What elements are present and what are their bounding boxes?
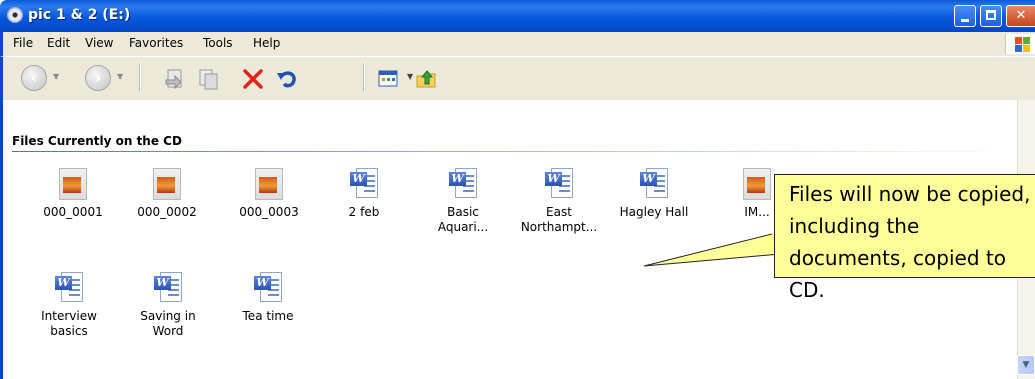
word-document-icon: W <box>640 168 668 200</box>
file-label: 2 feb <box>348 205 380 219</box>
file-item[interactable]: W Tea time <box>228 272 308 324</box>
back-button[interactable]: ‹ <box>21 65 47 91</box>
views-icon[interactable] <box>377 67 401 91</box>
file-item[interactable]: 000_0002 <box>127 168 207 220</box>
callout-pointer <box>643 231 780 267</box>
file-label: 000_0002 <box>137 205 197 219</box>
menu-bar: File Edit View Favorites Tools Help <box>0 32 1035 56</box>
file-item[interactable]: W Interview basics <box>29 272 109 339</box>
file-label: Basic Aquari... <box>437 205 489 234</box>
close-button[interactable]: ✕ <box>1006 5 1035 27</box>
forward-dropdown-icon[interactable]: ▼ <box>117 72 123 81</box>
file-label: Interview basics <box>41 309 97 338</box>
file-label: Hagley Hall <box>619 205 689 219</box>
menu-edit[interactable]: Edit <box>47 36 70 50</box>
file-item[interactable]: W East Northampt... <box>519 168 599 235</box>
word-document-icon: W <box>545 168 573 200</box>
image-file-icon <box>743 168 771 200</box>
image-file-icon <box>255 168 283 200</box>
window-title: pic 1 & 2 (E:) <box>28 7 131 23</box>
menu-view[interactable]: View <box>85 36 113 50</box>
image-file-icon <box>153 168 181 200</box>
move-to-icon[interactable] <box>163 67 187 91</box>
callout-text: Files will now be copied, including the … <box>789 182 1031 302</box>
undo-icon[interactable] <box>275 67 299 91</box>
maximize-button[interactable] <box>980 5 1002 27</box>
folder-up-icon[interactable] <box>415 67 439 91</box>
word-document-icon: W <box>55 272 83 304</box>
word-document-icon: W <box>254 272 282 304</box>
file-item[interactable]: W 2 feb <box>324 168 404 220</box>
windows-logo-icon <box>1005 34 1035 54</box>
title-bar[interactable]: pic 1 & 2 (E:) ✕ <box>0 0 1035 32</box>
file-item[interactable]: 000_0003 <box>229 168 309 220</box>
menu-favorites[interactable]: Favorites <box>129 36 183 50</box>
minimize-icon <box>955 6 975 26</box>
minimize-button[interactable] <box>954 5 976 27</box>
toolbar-separator <box>139 63 141 93</box>
file-item[interactable]: W Saving in Word <box>128 272 208 339</box>
menu-help[interactable]: Help <box>253 36 280 50</box>
group-divider <box>12 151 1012 152</box>
back-dropdown-icon[interactable]: ▼ <box>53 72 59 81</box>
file-item[interactable]: W Hagley Hall <box>614 168 694 220</box>
file-label: 000_0003 <box>239 205 299 219</box>
menu-tools[interactable]: Tools <box>203 36 233 50</box>
maximize-icon <box>981 6 1001 26</box>
delete-icon[interactable] <box>241 67 265 91</box>
file-label: Saving in Word <box>140 309 196 338</box>
close-icon: ✕ <box>1015 8 1027 23</box>
chevron-down-icon: ▼ <box>1022 360 1030 370</box>
file-label: 000_0001 <box>43 205 103 219</box>
file-item[interactable]: W Basic Aquari... <box>423 168 503 235</box>
copy-to-icon[interactable] <box>197 67 221 91</box>
toolbar-separator <box>363 63 365 93</box>
forward-button[interactable]: › <box>85 65 111 91</box>
group-header: Files Currently on the CD <box>12 134 182 148</box>
views-dropdown-icon[interactable]: ▼ <box>407 72 413 81</box>
image-file-icon <box>59 168 87 200</box>
file-label: East Northampt... <box>520 205 598 234</box>
cd-drive-icon <box>7 7 23 23</box>
menu-file[interactable]: File <box>13 36 33 50</box>
word-document-icon: W <box>154 272 182 304</box>
toolbar: ‹ ▼ › ▼ ▼ <box>0 56 1035 100</box>
word-document-icon: W <box>350 168 378 200</box>
file-item[interactable]: 000_0001 <box>33 168 113 220</box>
word-document-icon: W <box>449 168 477 200</box>
forward-arrow-icon: › <box>94 68 102 87</box>
file-label: Tea time <box>242 309 294 323</box>
back-arrow-icon: ‹ <box>30 68 38 87</box>
scroll-down-button[interactable]: ▼ <box>1017 355 1035 375</box>
